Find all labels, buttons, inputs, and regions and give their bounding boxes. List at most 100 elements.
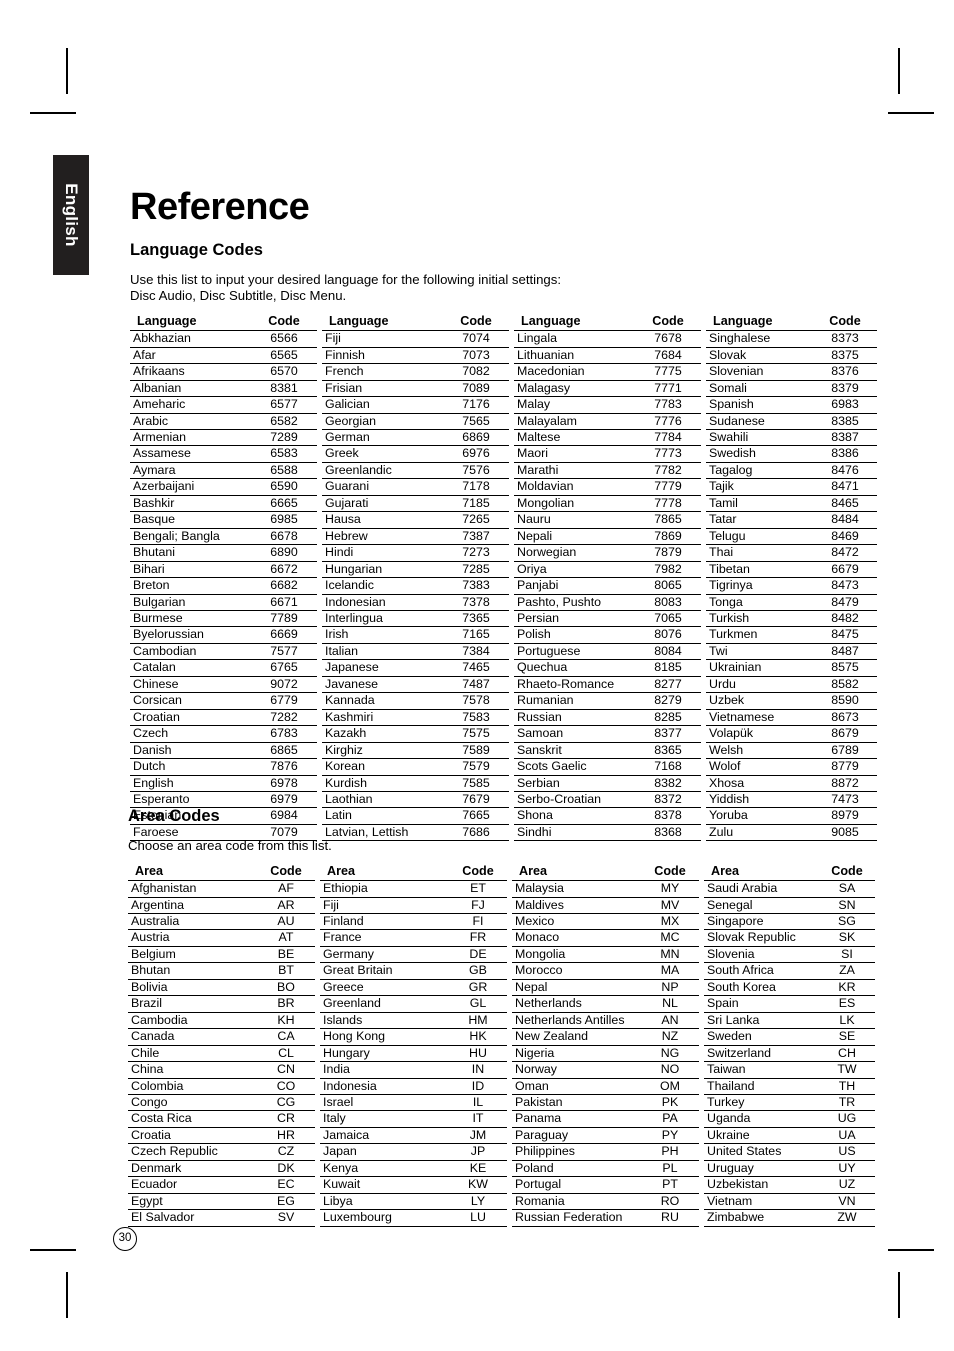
table-row: Arabic 6582	[130, 413, 317, 431]
cell-name: Ukrainian	[706, 659, 817, 677]
cell-name: France	[320, 929, 453, 947]
cell-name: Basque	[130, 511, 255, 529]
cell-code: NZ	[645, 1028, 699, 1046]
cell-code: PT	[645, 1176, 699, 1194]
cell-code: 6985	[255, 511, 317, 529]
language-codes-section: Language Codes Use this list to input yo…	[130, 228, 877, 842]
table-row: New Zealand NZ	[512, 1028, 699, 1046]
table-row: Slovak Republic SK	[704, 929, 875, 947]
table-row: Italian 7384	[322, 643, 509, 661]
table-header-row: Language Code	[322, 313, 509, 332]
cell-name: Greece	[320, 979, 453, 997]
cell-code: 6671	[255, 594, 317, 611]
cell-code: CR	[261, 1110, 315, 1128]
cell-name: Chile	[128, 1045, 261, 1063]
table-row: Monaco MC	[512, 929, 699, 947]
cell-code: 7387	[447, 528, 509, 546]
language-codes-table: Language Code Singhalese 8373 Slovak 8375 Slov…	[706, 313, 877, 842]
cell-code: 8379	[817, 380, 877, 398]
cell-code: PA	[645, 1110, 699, 1128]
area-codes-description-line-1: Choose an area code from this list.	[128, 837, 332, 853]
cell-name: Icelandic	[322, 577, 447, 595]
cell-code: BT	[261, 962, 315, 980]
cell-code: RU	[645, 1209, 699, 1227]
column-header-code: Code	[255, 313, 317, 332]
table-row: Javanese 7487	[322, 676, 509, 694]
cell-code: CL	[261, 1045, 315, 1063]
language-codes-description-line-2: Disc Audio, Disc Subtitle, Disc Menu.	[130, 288, 347, 304]
cell-code: NO	[645, 1061, 699, 1079]
cell-name: Javanese	[322, 676, 447, 694]
cell-code: 8279	[639, 692, 701, 710]
cell-name: Quechua	[514, 659, 639, 677]
cell-name: Hindi	[322, 544, 447, 562]
cell-code: 7378	[447, 594, 509, 611]
cell-name: Dutch	[130, 758, 255, 776]
table-row: Ameharic 6577	[130, 396, 317, 414]
cell-code: BR	[261, 995, 315, 1013]
column-header-name: Area	[704, 863, 823, 882]
table-row: Panama PA	[512, 1110, 699, 1128]
cell-name: South Africa	[704, 962, 823, 980]
cell-name: Taiwan	[704, 1061, 823, 1079]
table-row: Indonesia ID	[320, 1078, 507, 1095]
table-row: Uzbek 8590	[706, 692, 877, 710]
table-row: Norway NO	[512, 1061, 699, 1079]
cell-code: SK	[823, 929, 875, 947]
cell-code: 7289	[255, 429, 317, 447]
table-row: Bengali; Bangla 6678	[130, 528, 317, 546]
cell-code: 8473	[817, 577, 877, 595]
table-row: Portuguese 8084	[514, 643, 701, 661]
table-row: Afar 6565	[130, 347, 317, 365]
cell-name: Germany	[320, 946, 453, 964]
column-header-name: Language	[514, 313, 639, 332]
cell-code: 7065	[639, 610, 701, 628]
cell-code: PK	[645, 1094, 699, 1112]
table-row: Sudanese 8385	[706, 413, 877, 431]
cell-name: Luxembourg	[320, 1209, 453, 1227]
table-row: Kenya KE	[320, 1160, 507, 1178]
table-row: Moldavian 7779	[514, 478, 701, 496]
cell-code: ZA	[823, 962, 875, 980]
table-row: Taiwan TW	[704, 1061, 875, 1079]
cell-code: 7784	[639, 429, 701, 447]
cell-code: 6583	[255, 445, 317, 463]
table-row: Lithuanian 7684	[514, 347, 701, 365]
table-row: Malagasy 7771	[514, 380, 701, 398]
cell-code: 6983	[817, 396, 877, 414]
cell-name: Colombia	[128, 1078, 261, 1095]
cell-code: 8465	[817, 495, 877, 513]
cell-name: Tamil	[706, 495, 817, 513]
column-header-name: Area	[128, 863, 261, 882]
cell-name: New Zealand	[512, 1028, 645, 1046]
table-row: Somali 8379	[706, 380, 877, 398]
table-row: Ukrainian 8575	[706, 659, 877, 677]
table-row: Twi 8487	[706, 643, 877, 661]
table-row: Switzerland CH	[704, 1045, 875, 1063]
cell-name: Swedish	[706, 445, 817, 463]
cell-name: Scots Gaelic	[514, 758, 639, 776]
table-row: Libya LY	[320, 1193, 507, 1211]
cell-code: 8679	[817, 725, 877, 743]
cell-name: Panama	[512, 1110, 645, 1128]
table-row: Maori 7773	[514, 445, 701, 463]
crop-mark-bottom-right-vertical	[898, 1272, 900, 1318]
table-row: India IN	[320, 1061, 507, 1079]
cell-code: 7879	[639, 544, 701, 562]
table-row: Cambodia KH	[128, 1012, 315, 1030]
cell-code: 8479	[817, 594, 877, 611]
crop-mark-top-right-vertical	[898, 48, 900, 94]
cell-name: Oriya	[514, 561, 639, 579]
table-row: Byelorussian 6669	[130, 626, 317, 644]
cell-name: United States	[704, 1143, 823, 1161]
table-row: Croatian 7282	[130, 709, 317, 727]
table-row: Danish 6865	[130, 742, 317, 760]
cell-code: AR	[261, 897, 315, 914]
cell-code: 6669	[255, 626, 317, 644]
cell-name: English	[130, 775, 255, 792]
table-row: Interlingua 7365	[322, 610, 509, 628]
cell-name: Aymara	[130, 462, 255, 480]
table-row: Vietnamese 8673	[706, 709, 877, 727]
cell-code: 6890	[255, 544, 317, 562]
cell-name: Jamaica	[320, 1127, 453, 1145]
